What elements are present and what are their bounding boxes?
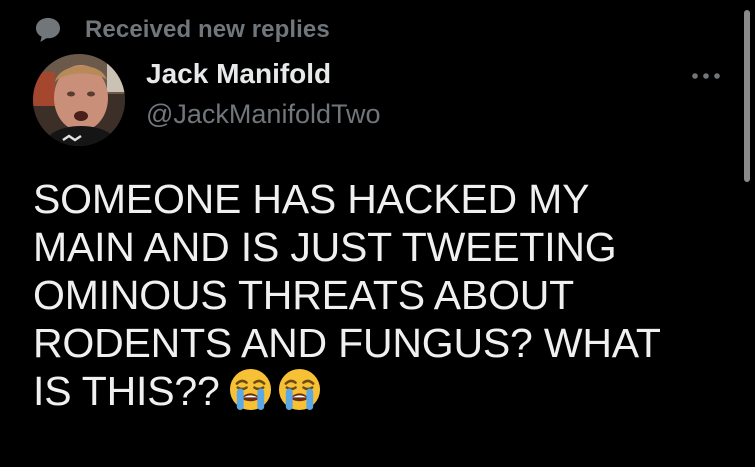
tweet-text: SOMEONE HAS HACKED MY MAIN AND IS JUST T… [33, 175, 713, 415]
scrollbar-thumb[interactable] [744, 10, 750, 182]
more-options-button[interactable] [688, 64, 724, 88]
speech-bubble-icon [36, 18, 60, 42]
tweet-line: OMINOUS THREATS ABOUT [33, 272, 575, 318]
tweet-line: SOMEONE HAS HACKED MY [33, 176, 590, 222]
avatar-photo [33, 54, 125, 146]
loudly-crying-face-icon [229, 368, 271, 411]
more-horizontal-icon [692, 73, 720, 79]
social-context-label: Received new replies [85, 16, 330, 43]
tweet-line: MAIN AND IS JUST TWEETING [33, 224, 617, 270]
avatar[interactable] [33, 54, 125, 146]
author-name[interactable]: Jack Manifold [146, 58, 331, 90]
loudly-crying-face-icon [278, 368, 320, 411]
social-context: Received new replies [33, 13, 330, 47]
tweet-line: RODENTS AND FUNGUS? WHAT [33, 320, 661, 366]
author-handle[interactable]: @JackManifoldTwo [146, 99, 381, 130]
tweet-line-last: IS THIS?? [33, 367, 713, 415]
tweet-line-text: IS THIS?? [33, 368, 220, 414]
